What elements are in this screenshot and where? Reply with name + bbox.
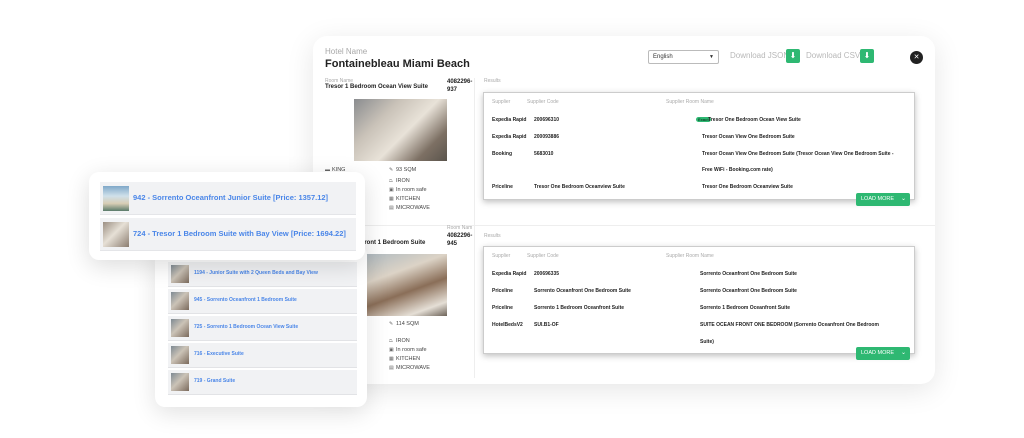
cell-room: Tresor One Bedroom Oceanview Suite: [702, 184, 793, 190]
cell-code: SUI.B1-OF: [534, 322, 559, 328]
close-icon: ✕: [913, 54, 920, 61]
amenity: ▤ MICROWAVE: [389, 205, 430, 211]
cell-code: Sorrento 1 Bedroom Oceanfront Suite: [534, 305, 625, 311]
download-csv-button[interactable]: ⬇: [860, 49, 874, 63]
col-header-room: Supplier Room Name: [666, 99, 714, 105]
room-name-label: Room Nam: [447, 225, 473, 231]
cell-room-cont: Free WiFi - Booking.com rate): [702, 167, 773, 173]
download-csv-label: Download CSV: [806, 51, 861, 60]
cell-code: 200696310: [534, 117, 560, 123]
room-photo: [354, 99, 447, 161]
hotel-name: Fontainebleau Miami Beach: [325, 58, 470, 70]
col-header-supplier: Supplier: [492, 99, 511, 105]
cell-code: 200093886: [534, 134, 560, 140]
chevron-down-icon: ▼: [709, 54, 714, 60]
close-button[interactable]: ✕: [910, 51, 923, 64]
amenity: ▣ In room safe: [389, 187, 427, 193]
results-table: Supplier Supplier Code Supplier Room Nam…: [483, 92, 915, 200]
cell-supplier: Expedia Rapid: [492, 117, 527, 123]
col-header-room: Supplier Room Name: [666, 253, 714, 259]
room-name: Tresor 1 Bedroom Ocean View Suite: [325, 84, 428, 90]
list-item[interactable]: 725 - Sorrento 1 Bedroom Ocean View Suit…: [168, 316, 357, 341]
list-item[interactable]: 945 - Sorrento Oceanfront 1 Bedroom Suit…: [168, 289, 357, 314]
kitchen-icon: ▦: [389, 356, 394, 362]
kitchen-icon: ▦: [389, 196, 394, 202]
chevron-down-icon: ⌄: [900, 350, 906, 356]
room-thumbnail: [171, 319, 189, 337]
ruler-icon: ✎: [389, 167, 394, 173]
col-header-code: Supplier Code: [527, 253, 559, 259]
cell-supplier: HotelBedsV2: [492, 322, 523, 328]
list-item[interactable]: 1194 - Junior Suite with 2 Queen Beds an…: [168, 262, 357, 287]
room-thumbnail: [171, 265, 189, 283]
list-item[interactable]: 719 - Grand Suite: [168, 370, 357, 395]
language-value: English: [653, 54, 673, 60]
mapping-window: Hotel Name Fontainebleau Miami Beach Eng…: [313, 36, 935, 384]
room-thumbnail: [171, 292, 189, 310]
col-header-code: Supplier Code: [527, 99, 559, 105]
cell-room: SUITE OCEAN FRONT ONE BEDROOM (Sorrento …: [700, 322, 879, 328]
popup-item[interactable]: 942 - Sorrento Oceanfront Junior Suite […: [100, 182, 356, 215]
cell-supplier: Priceline: [492, 305, 513, 311]
results-label: Results: [484, 78, 501, 84]
results-label: Results: [484, 233, 501, 239]
load-more-button[interactable]: LOAD MORE ⌄: [856, 347, 910, 360]
amenity: ⏢ IRON: [389, 338, 410, 344]
language-select[interactable]: English ▼: [648, 50, 719, 64]
microwave-icon: ▤: [389, 365, 394, 371]
room-thumbnail: [103, 186, 129, 211]
chevron-down-icon: ⌄: [900, 196, 906, 202]
cell-room: Tresor Ocean View One Bedroom Suite: [702, 134, 795, 140]
suggestion-popup: 942 - Sorrento Oceanfront Junior Suite […: [89, 172, 365, 260]
download-json-label: Download JSON: [730, 51, 790, 60]
cell-code: Sorrento Oceanfront One Bedroom Suite: [534, 288, 631, 294]
room-thumbnail: [171, 373, 189, 391]
download-icon: ⬇: [863, 51, 871, 60]
cell-room: Sorrento 1 Bedroom Oceanfront Suite: [700, 305, 791, 311]
room-size: ✎ 93 SQM: [389, 167, 417, 173]
cell-supplier: Expedia Rapid: [492, 271, 527, 277]
cell-code: 5683010: [534, 151, 554, 157]
cell-room: Sorrento Oceanfront One Bedroom Suite: [700, 288, 797, 294]
safe-icon: ▣: [389, 187, 394, 193]
column-divider: [474, 78, 475, 378]
room-suggestion-list: 1194 - Junior Suite with 2 Queen Beds an…: [155, 245, 367, 407]
microwave-icon: ▤: [389, 205, 394, 211]
popup-item[interactable]: 724 - Tresor 1 Bedroom Suite with Bay Vi…: [100, 218, 356, 251]
room-thumbnail: [171, 346, 189, 364]
cell-supplier: Priceline: [492, 184, 513, 190]
cell-code: Tresor One Bedroom Oceanview Suite: [534, 184, 625, 190]
amenity: ▦ KITCHEN: [389, 356, 421, 362]
room-photo: [354, 254, 447, 316]
list-item[interactable]: 716 - Executive Suite: [168, 343, 357, 368]
row-divider: [313, 225, 935, 226]
cell-room: Tresor Ocean View One Bedroom Suite (Tre…: [702, 151, 894, 157]
room-code: 4082296-945: [447, 233, 473, 247]
amenity: ▤ MICROWAVE: [389, 365, 430, 371]
download-icon: ⬇: [789, 51, 797, 60]
iron-icon: ⏢: [389, 338, 394, 344]
room-size: ✎ 114 SQM: [389, 321, 419, 327]
cell-supplier: Expedia Rapid: [492, 134, 527, 140]
hotel-name-label: Hotel Name: [325, 47, 368, 56]
amenity: ▣ In room safe: [389, 347, 427, 353]
cell-supplier: Booking: [492, 151, 512, 157]
download-json-button[interactable]: ⬇: [786, 49, 800, 63]
iron-icon: ⏢: [389, 178, 394, 184]
cell-supplier: Priceline: [492, 288, 513, 294]
room-code: 4082296-937: [447, 79, 473, 93]
cell-room-cont: Suite): [700, 339, 714, 345]
cell-room: Exact Tresor One Bedroom Ocean View Suit…: [696, 117, 801, 123]
results-table: Supplier Supplier Code Supplier Room Nam…: [483, 246, 915, 354]
ruler-icon: ✎: [389, 321, 394, 327]
amenity: ▦ KITCHEN: [389, 196, 421, 202]
col-header-supplier: Supplier: [492, 253, 511, 259]
cell-code: 200696335: [534, 271, 560, 277]
amenity: ⏢ IRON: [389, 178, 410, 184]
load-more-button[interactable]: LOAD MORE ⌄: [856, 193, 910, 206]
cell-room: Sorrento Oceanfront One Bedroom Suite: [700, 271, 797, 277]
room-thumbnail: [103, 222, 129, 247]
safe-icon: ▣: [389, 347, 394, 353]
stage: Hotel Name Fontainebleau Miami Beach Eng…: [0, 0, 1024, 438]
